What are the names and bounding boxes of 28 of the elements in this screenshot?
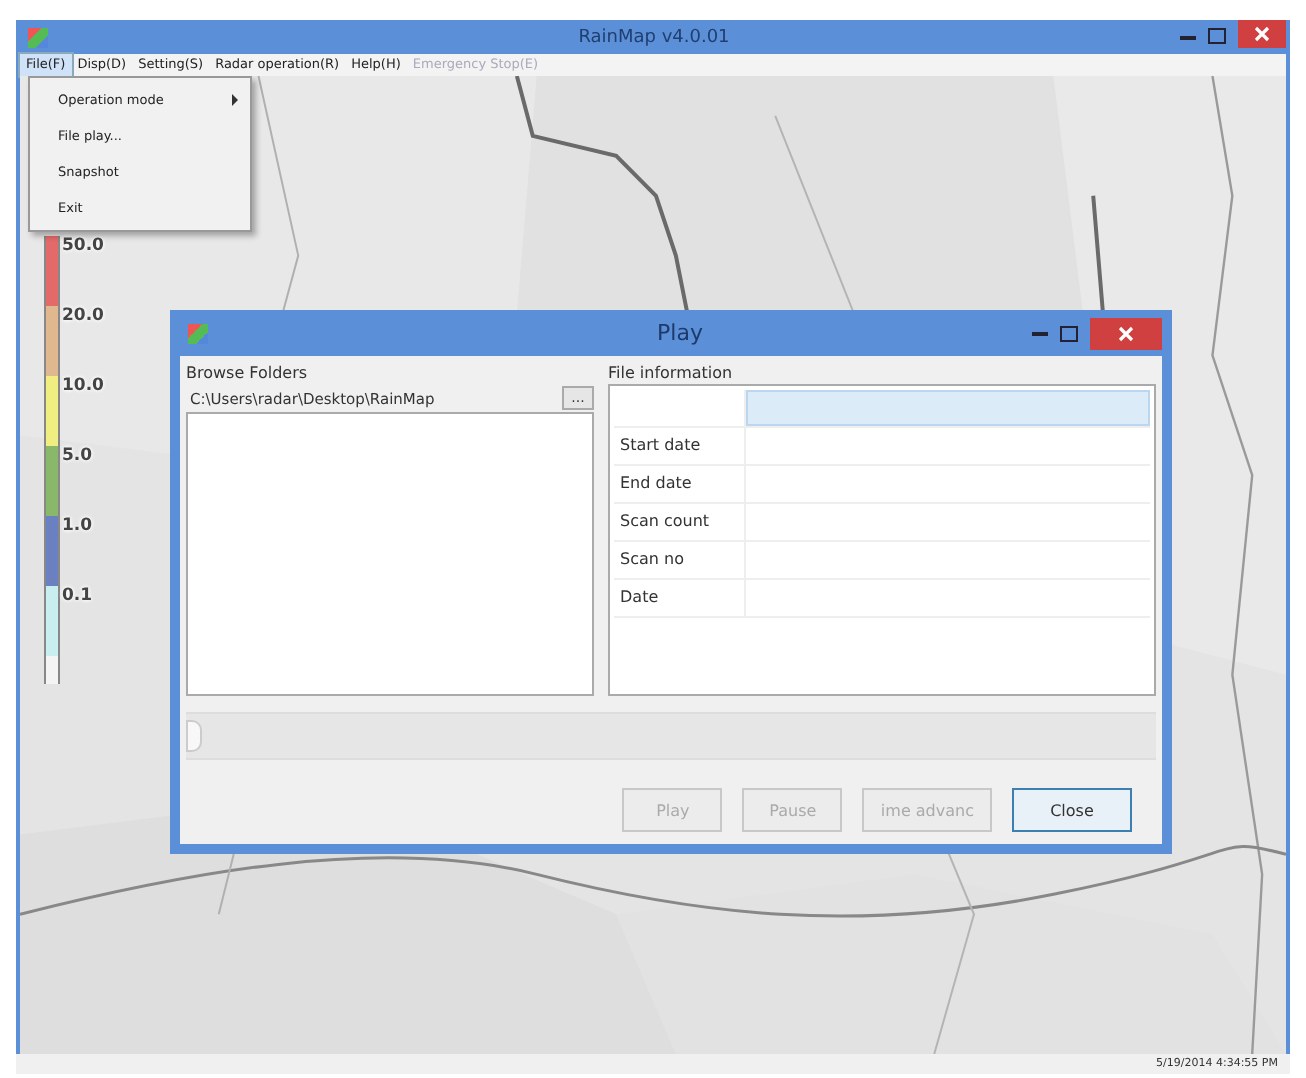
table-cell: End date bbox=[614, 466, 746, 502]
table-cell: Scan no bbox=[614, 542, 746, 578]
close-icon bbox=[1254, 26, 1270, 42]
maximize-button[interactable] bbox=[1208, 28, 1226, 44]
window-title: RainMap v4.0.01 bbox=[576, 27, 732, 47]
slider-thumb[interactable] bbox=[186, 720, 202, 752]
table-cell: Date bbox=[614, 580, 746, 616]
table-cell: Scan count bbox=[614, 504, 746, 540]
scale-label: 1.0 bbox=[62, 516, 93, 536]
scale-label: 50.0 bbox=[62, 236, 104, 256]
app-icon bbox=[188, 323, 208, 343]
dialog-title: Play bbox=[655, 320, 705, 346]
dialog-button[interactable]: Close bbox=[1012, 788, 1132, 832]
app-icon bbox=[28, 27, 48, 47]
scale-label: 10.0 bbox=[62, 376, 104, 396]
scale-label: 5.0 bbox=[62, 446, 93, 466]
section-label: Browse Folders bbox=[186, 362, 310, 384]
close-button[interactable] bbox=[1238, 20, 1286, 48]
scale-label: 20.0 bbox=[62, 306, 104, 326]
close-icon bbox=[1118, 325, 1134, 341]
maximize-button[interactable] bbox=[1060, 325, 1078, 341]
table-cell: Start date bbox=[614, 428, 746, 464]
section-label: File information bbox=[608, 362, 735, 384]
slider-track[interactable] bbox=[186, 712, 1156, 760]
table-cell[interactable] bbox=[746, 390, 1150, 426]
scale-label: 0.1 bbox=[62, 586, 93, 606]
minimize-button[interactable] bbox=[1032, 331, 1048, 335]
close-button[interactable] bbox=[1090, 317, 1162, 349]
